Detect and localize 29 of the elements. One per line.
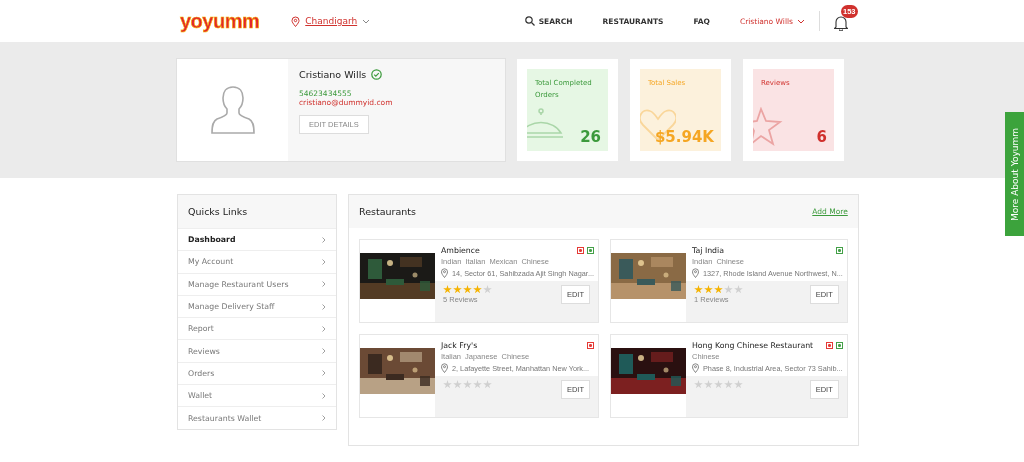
panel-title: Quicks Links bbox=[188, 206, 248, 217]
profile-name: Cristiano Wills bbox=[299, 69, 367, 80]
chevron-right-icon bbox=[322, 236, 326, 243]
location-pin-icon bbox=[692, 363, 699, 373]
chevron-right-icon bbox=[322, 303, 326, 310]
location-pin-icon bbox=[291, 15, 301, 27]
logo[interactable]: yoyumm bbox=[180, 9, 260, 33]
chevron-right-icon bbox=[322, 258, 326, 265]
chevron-right-icon bbox=[322, 392, 326, 399]
bell-icon[interactable] bbox=[834, 15, 848, 31]
chevron-down-icon bbox=[362, 18, 371, 24]
location-pin-icon bbox=[441, 363, 448, 373]
star-outline-icon bbox=[753, 107, 783, 147]
side-tab[interactable]: More About Yoyumm bbox=[1005, 112, 1024, 236]
location-pin-icon bbox=[441, 268, 448, 278]
stat-value: 6 bbox=[816, 128, 827, 146]
stat-value: 26 bbox=[580, 128, 601, 146]
chevron-right-icon bbox=[322, 348, 326, 355]
chevron-right-icon bbox=[322, 325, 326, 332]
avatar-icon bbox=[209, 84, 256, 136]
chevron-right-icon bbox=[322, 415, 326, 421]
chevron-right-icon bbox=[322, 281, 326, 288]
search-icon bbox=[524, 16, 535, 26]
chevron-down-icon bbox=[797, 18, 805, 24]
panel-title: Restaurants bbox=[359, 206, 416, 217]
stat-value: $5.94K bbox=[654, 128, 714, 146]
location-selector[interactable]: Chandigarh bbox=[291, 15, 371, 27]
chevron-right-icon bbox=[322, 370, 326, 377]
location-pin-icon bbox=[692, 268, 699, 278]
